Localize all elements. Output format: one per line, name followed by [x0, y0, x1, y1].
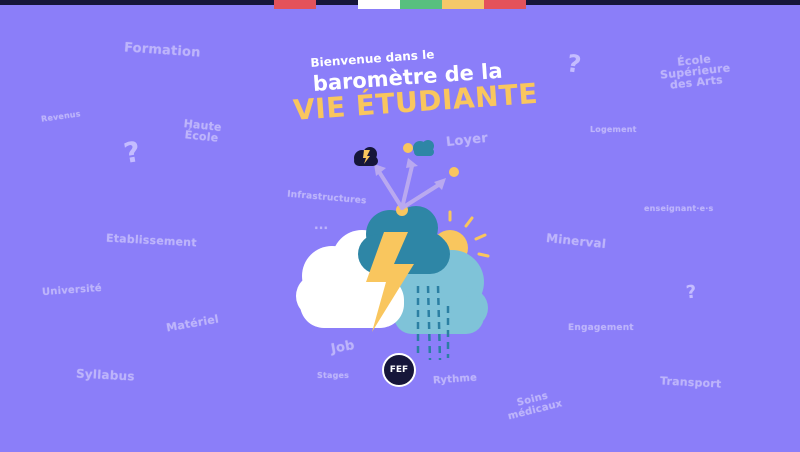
word-soins-medicaux: Soins médicaux [504, 388, 564, 423]
word-stages: Stages [317, 371, 350, 380]
top-bar-segment-red [274, 0, 316, 9]
small-sun-icon [449, 167, 459, 177]
question-mark-icon: ? [684, 281, 698, 304]
top-bar-segment-green [400, 0, 442, 9]
word-ecole-superieure-des-arts: École Supérieure des Arts [658, 51, 732, 91]
word-rythme: Rythme [432, 372, 478, 387]
small-storm-cloud-icon [354, 147, 378, 166]
fef-logo[interactable]: FEF [382, 353, 416, 387]
word-engagement: Engagement [568, 323, 634, 333]
word-transport: Transport [659, 374, 722, 391]
word-revenus: Revenus [40, 109, 82, 124]
question-mark-icon: ? [565, 49, 583, 79]
word-universite: Université [41, 282, 103, 299]
fef-logo-text: FEF [389, 365, 409, 375]
word-formation: Formation [123, 40, 202, 61]
word-syllabus: Syllabus [75, 366, 135, 384]
word-etablissement: Etablissement [105, 231, 198, 250]
word-ecole: École [184, 128, 220, 145]
top-bar-segment-white [358, 0, 400, 9]
question-mark-icon: ? [121, 134, 143, 171]
word-minerval: Minerval [545, 230, 607, 252]
word-logement: Logement [590, 125, 637, 134]
word-haute-ecole: Haute École [182, 117, 222, 145]
word-materiel: Matériel [165, 312, 220, 335]
top-bar-segment-pink [484, 0, 526, 9]
barometer-illustration [296, 140, 490, 361]
word-enseignant: enseignant·e·s [644, 204, 714, 213]
sun-cloud-icon [403, 140, 434, 156]
top-bar-segment-yellow [442, 0, 484, 9]
